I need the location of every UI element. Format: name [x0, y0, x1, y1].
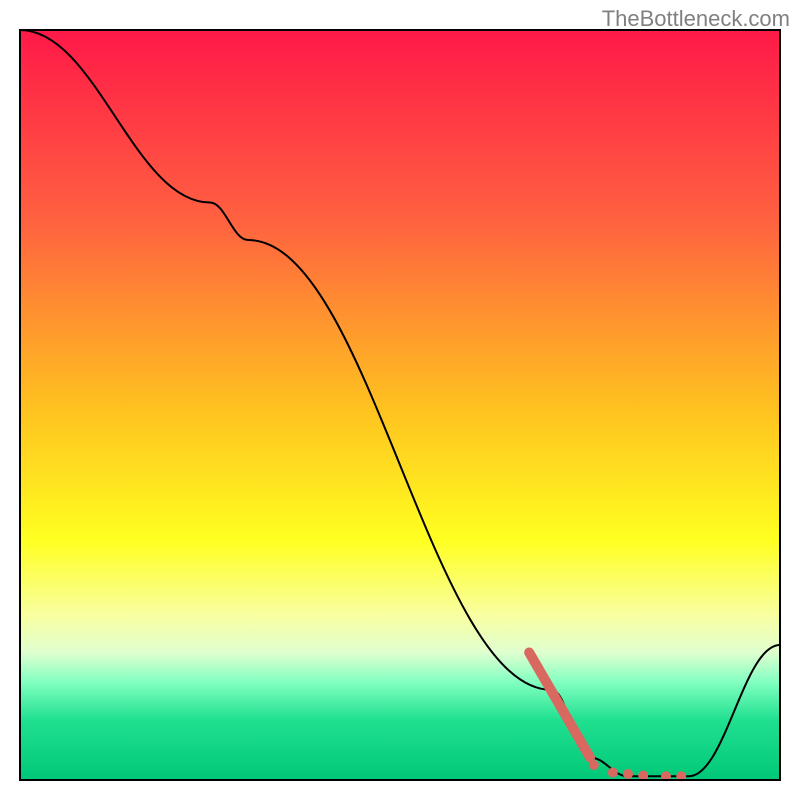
highlight-dot [623, 769, 633, 779]
bottleneck-chart [0, 0, 800, 800]
watermark-text: TheBottleneck.com [602, 6, 790, 32]
highlight-dot [589, 760, 599, 770]
chart-container: TheBottleneck.com [0, 0, 800, 800]
highlight-dot [608, 768, 618, 778]
